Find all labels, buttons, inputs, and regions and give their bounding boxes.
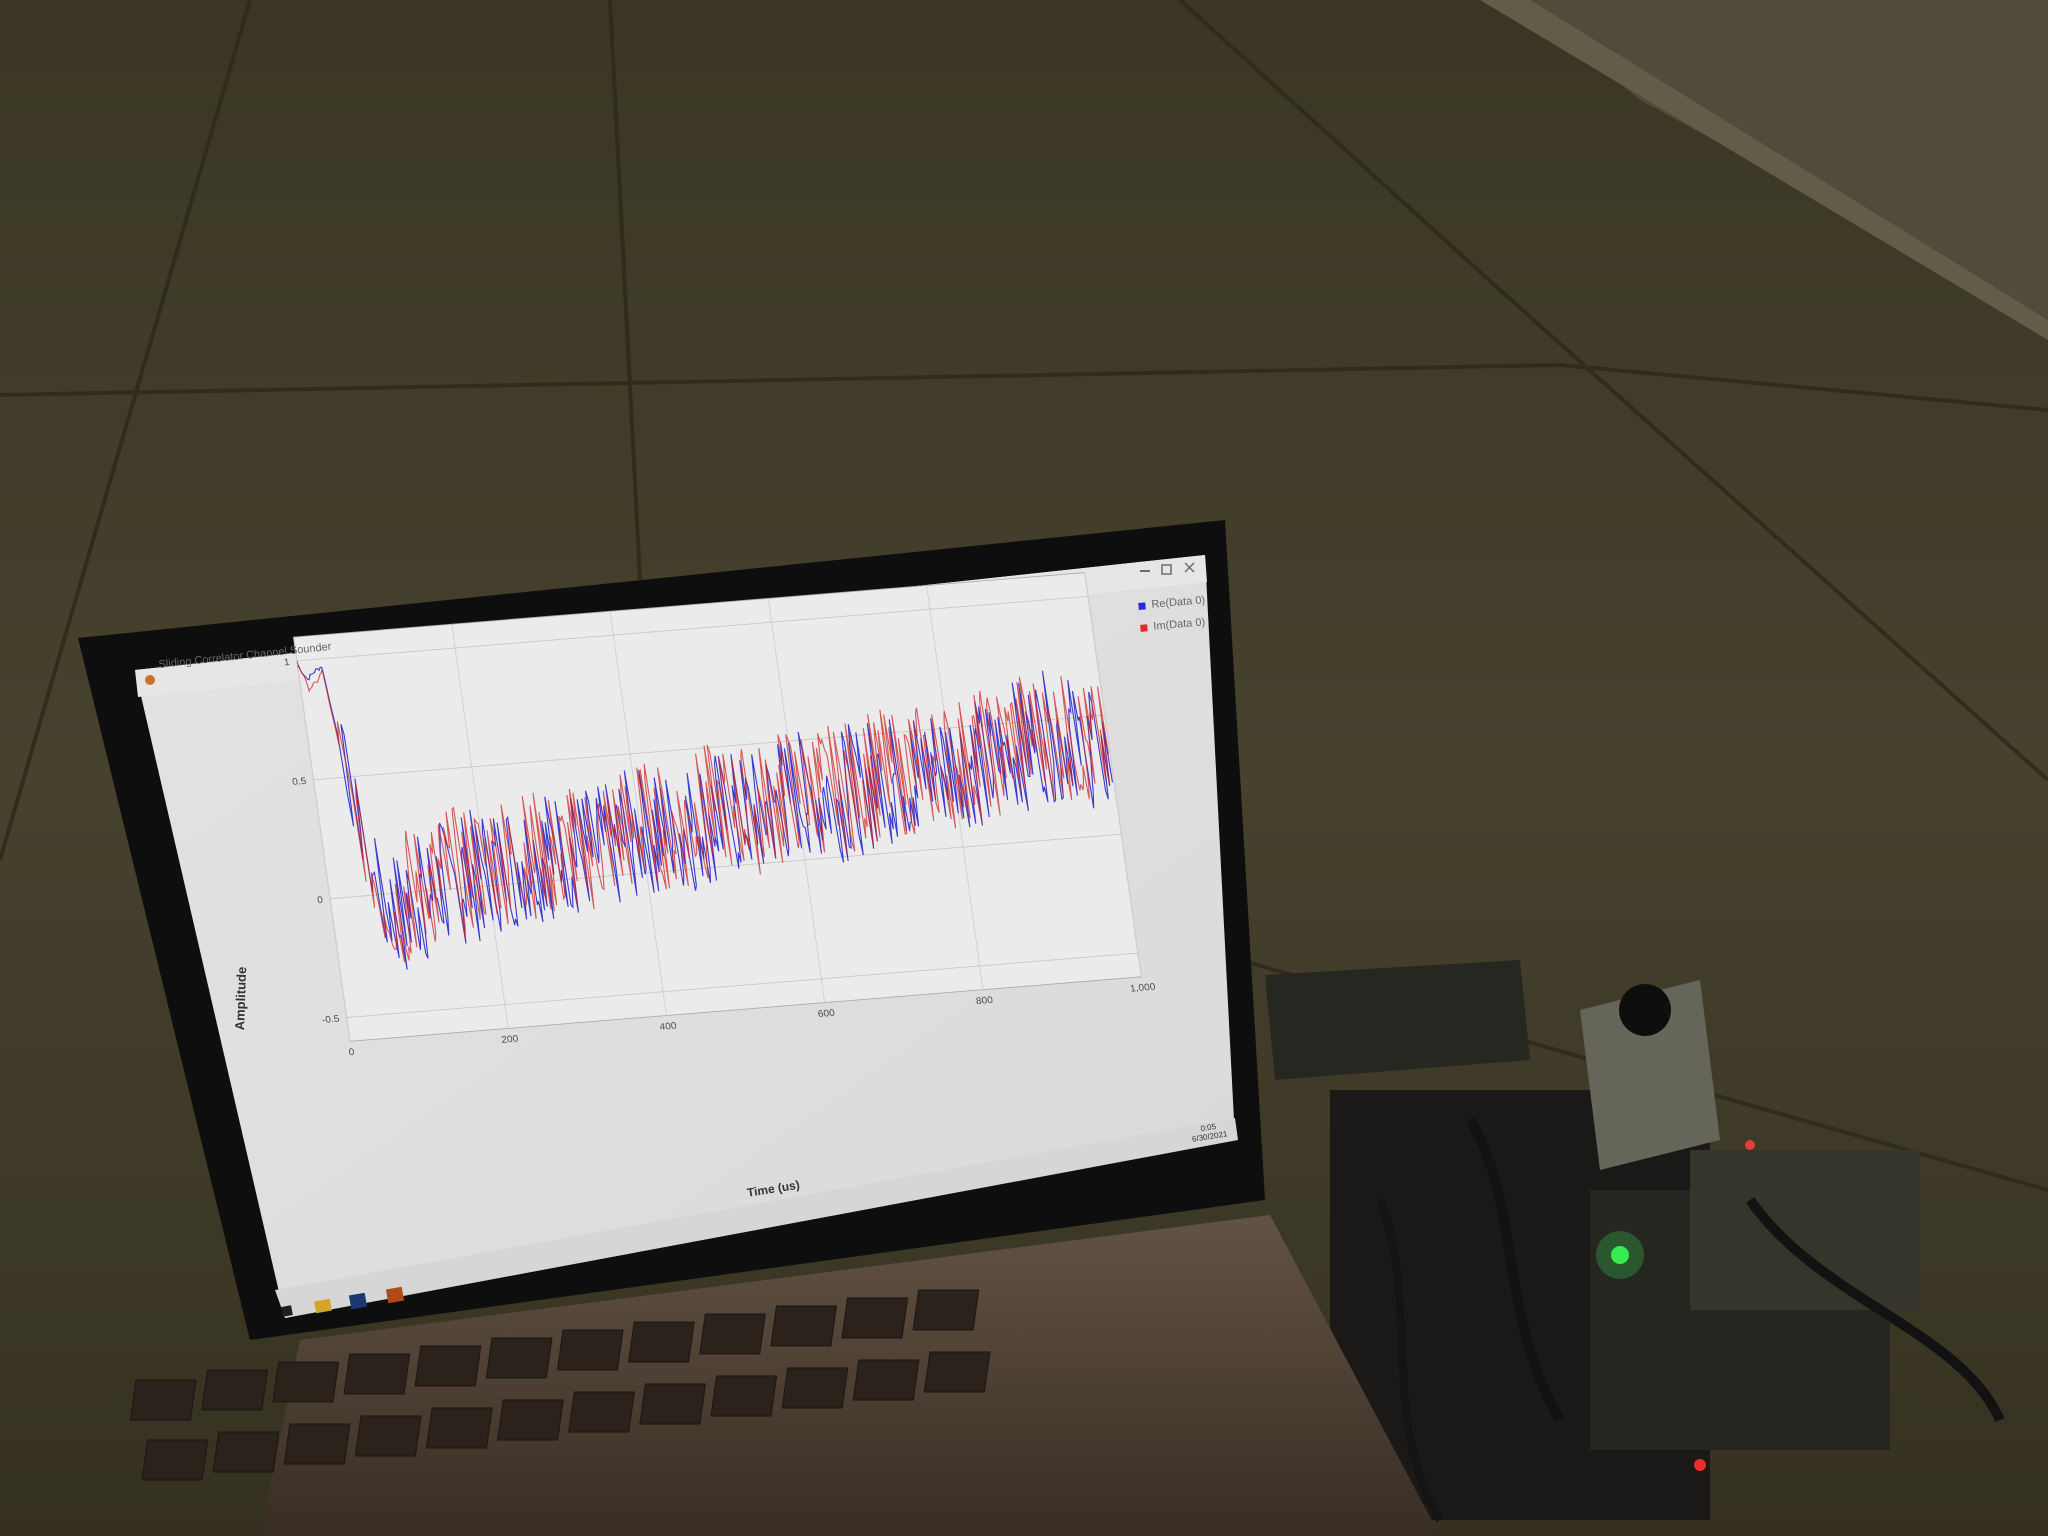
vignette (0, 0, 2048, 1536)
photo-scene: 02004006008001,000 -0.500.51 (0, 0, 2048, 1536)
legend-swatch-im (1140, 623, 1148, 632)
legend-swatch-re (1138, 601, 1146, 610)
chart-legend: Re(Data 0) Im(Data 0) (1138, 594, 1208, 634)
y-axis-label: Amplitude (232, 966, 250, 1031)
